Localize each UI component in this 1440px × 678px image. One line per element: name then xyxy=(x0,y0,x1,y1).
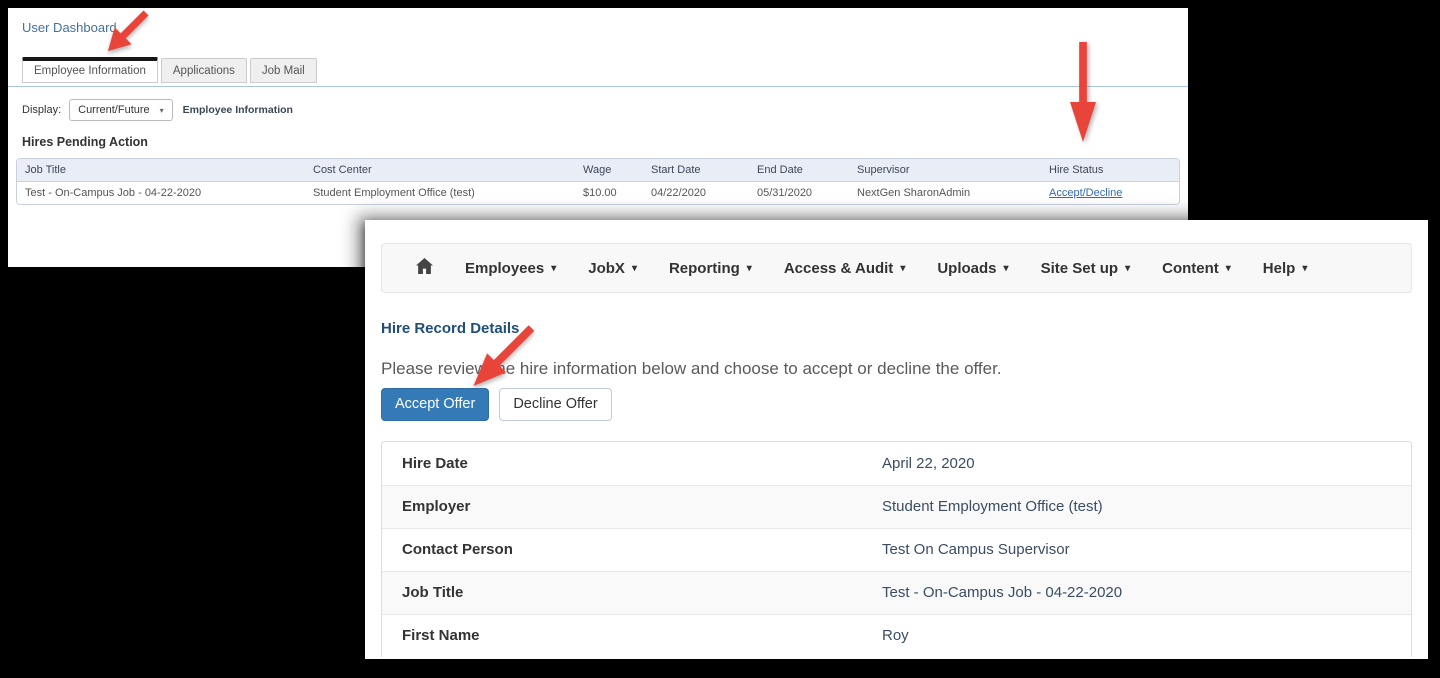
main-navbar: Employees ▾ JobX ▾ Reporting ▾ Access & … xyxy=(381,243,1412,293)
detail-label: Contact Person xyxy=(402,541,882,558)
detail-row-contact-person: Contact Person Test On Campus Supervisor xyxy=(382,528,1411,571)
detail-value: Student Employment Office (test) xyxy=(882,498,1411,515)
user-dashboard-breadcrumb[interactable]: User Dashboard xyxy=(22,20,117,35)
col-cost-center: Cost Center xyxy=(305,159,575,181)
col-start-date: Start Date xyxy=(643,159,749,181)
display-dropdown[interactable]: Current/Future ▾ xyxy=(69,99,173,121)
decline-offer-button[interactable]: Decline Offer xyxy=(499,388,611,421)
hires-table-header-row: Job Title Cost Center Wage Start Date En… xyxy=(17,159,1179,182)
nav-content[interactable]: Content ▾ xyxy=(1146,260,1247,277)
display-dropdown-value: Current/Future xyxy=(78,104,150,116)
cell-supervisor: NextGen SharonAdmin xyxy=(849,182,1041,204)
caret-down-icon: ▾ xyxy=(1004,262,1009,274)
caret-down-icon: ▾ xyxy=(1125,262,1130,274)
detail-label: Employer xyxy=(402,498,882,515)
caret-down-icon: ▾ xyxy=(1226,262,1231,274)
detail-label: Hire Date xyxy=(402,455,882,472)
detail-row-employer: Employer Student Employment Office (test… xyxy=(382,485,1411,528)
detail-value: April 22, 2020 xyxy=(882,455,1411,472)
cell-end-date: 05/31/2020 xyxy=(749,182,849,204)
detail-row-job-title: Job Title Test - On-Campus Job - 04-22-2… xyxy=(382,571,1411,614)
display-caption: Employee Information xyxy=(183,104,293,116)
col-hire-status: Hire Status xyxy=(1041,159,1179,181)
detail-value: Roy xyxy=(882,627,1411,644)
caret-down-icon: ▾ xyxy=(160,106,164,115)
hires-pending-table: Job Title Cost Center Wage Start Date En… xyxy=(16,158,1180,205)
screenshot-canvas: User Dashboard Employee Information Appl… xyxy=(0,0,1440,678)
nav-access-audit[interactable]: Access & Audit ▾ xyxy=(768,260,922,277)
caret-down-icon: ▾ xyxy=(747,262,752,274)
tab-job-mail[interactable]: Job Mail xyxy=(250,58,317,83)
hire-record-details-window: Employees ▾ JobX ▾ Reporting ▾ Access & … xyxy=(365,220,1428,659)
cell-job-title: Test - On-Campus Job - 04-22-2020 xyxy=(17,182,305,204)
tab-bar-divider xyxy=(8,86,1188,87)
annotation-arrow-hire-status xyxy=(1070,42,1096,142)
nav-uploads[interactable]: Uploads ▾ xyxy=(921,260,1024,277)
caret-down-icon: ▾ xyxy=(551,262,556,274)
nav-site-set-up[interactable]: Site Set up ▾ xyxy=(1025,260,1147,277)
hires-table-row: Test - On-Campus Job - 04-22-2020 Studen… xyxy=(17,182,1179,204)
cell-wage: $10.00 xyxy=(575,182,643,204)
col-supervisor: Supervisor xyxy=(849,159,1041,181)
caret-down-icon: ▾ xyxy=(1302,262,1307,274)
nav-help[interactable]: Help ▾ xyxy=(1247,260,1324,277)
caret-down-icon: ▾ xyxy=(900,262,905,274)
detail-value: Test - On-Campus Job - 04-22-2020 xyxy=(882,584,1411,601)
display-filter-row: Display: Current/Future ▾ Employee Infor… xyxy=(22,99,1180,121)
accept-decline-link[interactable]: Accept/Decline xyxy=(1049,187,1122,199)
nav-reporting[interactable]: Reporting ▾ xyxy=(653,260,768,277)
cell-cost-center: Student Employment Office (test) xyxy=(305,182,575,204)
detail-row-hire-date: Hire Date April 22, 2020 xyxy=(382,442,1411,485)
detail-label: Job Title xyxy=(402,584,882,601)
hire-details-panel: Hire Date April 22, 2020 Employer Studen… xyxy=(381,441,1412,657)
col-job-title: Job Title xyxy=(17,159,305,181)
instruction-text: Please review the hire information below… xyxy=(381,359,1412,379)
detail-row-first-name: First Name Roy xyxy=(382,614,1411,657)
caret-down-icon: ▾ xyxy=(632,262,637,274)
nav-employees[interactable]: Employees ▾ xyxy=(449,260,572,277)
display-label: Display: xyxy=(22,104,61,116)
hires-pending-action-title: Hires Pending Action xyxy=(22,135,1180,149)
tab-employee-information[interactable]: Employee Information xyxy=(22,57,158,83)
offer-buttons-row: Accept Offer Decline Offer xyxy=(381,388,1412,421)
nav-jobx[interactable]: JobX ▾ xyxy=(572,260,653,277)
detail-label: First Name xyxy=(402,627,882,644)
accept-offer-button[interactable]: Accept Offer xyxy=(381,388,489,421)
dashboard-tab-bar: Employee Information Applications Job Ma… xyxy=(22,57,1180,83)
col-wage: Wage xyxy=(575,159,643,181)
col-end-date: End Date xyxy=(749,159,849,181)
tab-applications[interactable]: Applications xyxy=(161,58,247,83)
detail-value: Test On Campus Supervisor xyxy=(882,541,1411,558)
nav-home-button[interactable] xyxy=(396,258,449,279)
cell-start-date: 04/22/2020 xyxy=(643,182,749,204)
home-icon xyxy=(416,258,433,279)
